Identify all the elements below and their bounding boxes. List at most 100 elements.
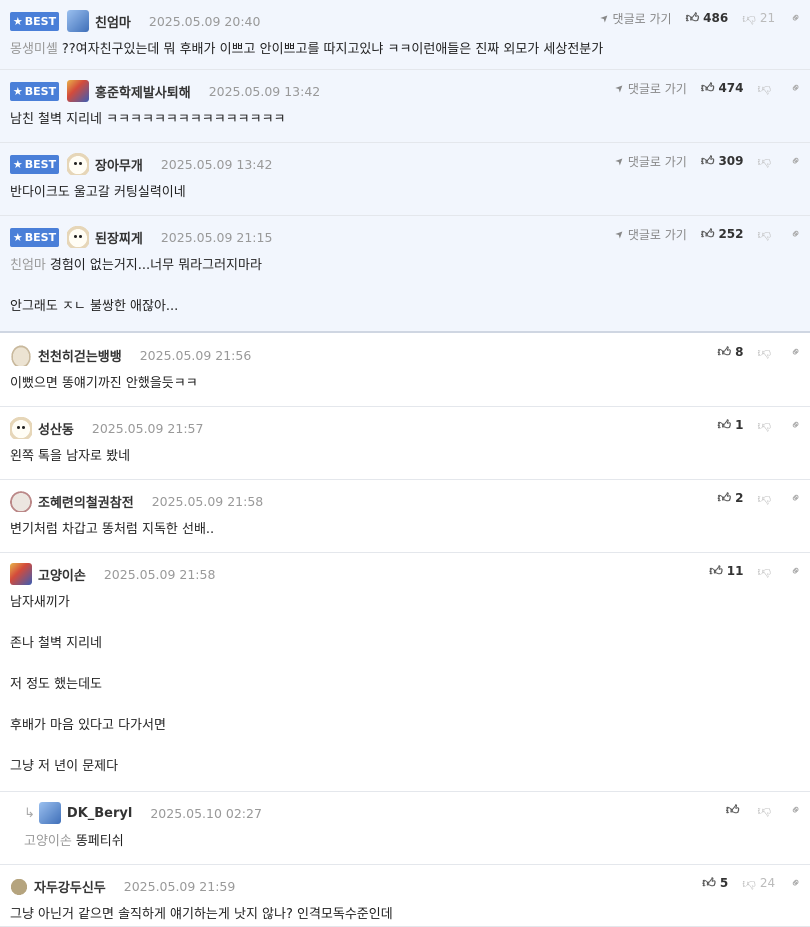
link-icon[interactable]: ⚭ [787, 416, 805, 434]
brown-avatar[interactable] [10, 877, 28, 895]
upvote-button[interactable]: 👍︎ 11 [709, 564, 743, 579]
downvote-button[interactable]: 👍︎ [758, 803, 776, 818]
downvote-button[interactable]: 👍︎ [758, 491, 776, 506]
reply-arrow-icon: ➤ [613, 81, 628, 95]
pig-avatar[interactable] [10, 344, 32, 366]
author-name[interactable]: 된장찌게 [95, 228, 143, 247]
comment-header: ★ BEST 장아무개 2025.05.09 13:42 [10, 153, 272, 175]
comment-body: 몽생미셸 ??여자친구있는데 뭐 후배가 이쁘고 안이쁘고를 따지고있냐 ㅋㅋ이런… [10, 40, 790, 60]
author-name[interactable]: 성산동 [38, 419, 74, 438]
downvote-button[interactable]: 👍︎ [758, 418, 776, 433]
comment-line: 변기처럼 차갑고 똥처럼 지독한 선배.. [10, 520, 790, 540]
link-icon[interactable]: ⚭ [787, 225, 805, 243]
blue-avatar[interactable] [38, 802, 61, 824]
downvote-button[interactable]: 👍︎ [758, 564, 776, 579]
mention-name[interactable]: 고양이손 [24, 834, 72, 849]
reply-arrow-icon: ↳ [24, 805, 35, 821]
mention-name[interactable]: 친엄마 [10, 258, 46, 273]
thumb-up-icon: 👍︎ [725, 802, 740, 818]
dog-avatar[interactable] [67, 226, 89, 248]
go-to-reply-link[interactable]: ➤ 댓글로 가기 [613, 226, 687, 243]
best-badge: ★ BEST [10, 154, 59, 174]
reply-arrow-icon: ➤ [613, 154, 628, 168]
downvote-button[interactable]: 👍︎ 21 [742, 11, 775, 26]
thumb-down-icon: 👍︎ [742, 875, 756, 891]
upvote-button[interactable]: 👍︎ 474 [701, 81, 744, 96]
downvote-button[interactable]: 👍︎ [758, 345, 776, 360]
link-icon[interactable]: ⚭ [787, 489, 805, 507]
thumb-down-icon: 👍︎ [757, 226, 772, 242]
reply-arrow-icon: ➤ [613, 227, 628, 241]
thumb-up-icon: 👍︎ [702, 875, 716, 891]
comment-date: 2025.05.09 21:59 [123, 878, 236, 894]
upvote-button[interactable]: 👍︎ 1 [718, 418, 744, 433]
comment-date: 2025.05.09 21:15 [160, 229, 273, 245]
link-icon[interactable]: ⚭ [787, 562, 805, 580]
author-name[interactable]: 홍준학제발사퇴해 [95, 82, 191, 101]
upvote-button[interactable]: 👍︎ 2 [718, 491, 744, 506]
author-name[interactable]: 조혜련의철권참전 [38, 492, 134, 511]
upvote-button[interactable]: 👍︎ 309 [701, 154, 744, 169]
link-icon[interactable]: ⚭ [787, 343, 805, 361]
author-name[interactable]: 자두강두신두 [34, 877, 106, 896]
comment-text: 변기처럼 차갑고 똥처럼 지독한 선배.. [10, 522, 215, 537]
upvote-button[interactable]: 👍︎ 5 [702, 876, 728, 891]
author-name[interactable]: 고양이손 [38, 565, 86, 584]
go-to-reply-label: 댓글로 가기 [627, 227, 687, 242]
upvote-count: 486 [703, 11, 729, 25]
upvote-button[interactable]: 👍︎ 486 [686, 11, 729, 26]
downvote-button[interactable]: 👍︎ [758, 227, 776, 242]
comment-date: 2025.05.09 21:58 [151, 493, 264, 509]
downvote-button[interactable]: 👍︎ 24 [742, 876, 775, 891]
comment-text: 남친 철벽 지리네 ㅋㅋㅋㅋㅋㅋㅋㅋㅋㅋㅋㅋㅋㅋㅋ [10, 112, 286, 127]
downvote-button[interactable]: 👍︎ [758, 81, 776, 96]
go-to-reply-link[interactable]: ➤ 댓글로 가기 [613, 80, 687, 97]
comment-text: 안그래도 ㅈㄴ 불쌍한 애잖아... [10, 299, 179, 314]
author-name[interactable]: 친엄마 [95, 12, 131, 31]
comment-actions: ➤ 댓글로 가기 👍︎ 252 👍︎ ⚭ [613, 224, 806, 244]
author-name[interactable]: 장아무개 [95, 155, 143, 174]
thumb-down-icon: 👍︎ [742, 10, 756, 26]
comment-date: 2025.05.09 13:42 [160, 156, 273, 172]
thumb-up-icon: 👍︎ [700, 226, 715, 242]
go-to-reply-link[interactable]: ➤ 댓글로 가기 [613, 153, 687, 170]
comment-body: 왼쪽 톡을 남자로 봤네 [10, 447, 790, 467]
multi-avatar[interactable] [10, 563, 32, 585]
upvote-button[interactable]: 👍︎ [726, 803, 744, 818]
multi-avatar[interactable] [67, 80, 89, 102]
comment-text: 똥페티쉬 [75, 834, 124, 849]
comment-actions: ➤ 댓글로 가기 👍︎ 486 👍︎ 21 ⚭ [598, 8, 805, 28]
link-icon[interactable]: ⚭ [787, 801, 805, 819]
downvote-button[interactable]: 👍︎ [758, 154, 776, 169]
blue-avatar[interactable] [67, 10, 89, 32]
dog-avatar[interactable] [10, 417, 32, 439]
link-icon[interactable]: ⚭ [787, 79, 805, 97]
mouse-avatar[interactable] [10, 490, 32, 512]
best-badge: ★ BEST [10, 11, 59, 31]
comment-actions: 👍︎ 2 👍︎ ⚭ [718, 488, 806, 508]
comment-text: 이뻤으면 똥얘기까진 안했을듯ㅋㅋ [10, 376, 198, 391]
upvote-button[interactable]: 👍︎ 252 [701, 227, 744, 242]
comment-actions: ➤ 댓글로 가기 👍︎ 474 👍︎ ⚭ [613, 78, 806, 98]
author-name[interactable]: DK_Beryl [67, 806, 132, 821]
upvote-count: 8 [735, 345, 744, 359]
thumb-up-icon: 👍︎ [700, 153, 715, 169]
comment-actions: ➤ 댓글로 가기 👍︎ 309 👍︎ ⚭ [613, 151, 806, 171]
link-icon[interactable]: ⚭ [787, 9, 805, 27]
upvote-count: 2 [735, 491, 744, 505]
link-icon[interactable]: ⚭ [787, 874, 805, 892]
mention-name[interactable]: 몽생미셸 [10, 42, 58, 57]
thumb-up-icon: 👍︎ [700, 80, 715, 96]
upvote-button[interactable]: 👍︎ 8 [718, 345, 744, 360]
go-to-reply-link[interactable]: ➤ 댓글로 가기 [598, 10, 671, 27]
upvote-count: 252 [718, 227, 744, 241]
comment-header: 성산동 2025.05.09 21:57 [10, 417, 203, 439]
comment-text: 그냥 저 년이 문제다 [10, 759, 119, 774]
link-icon[interactable]: ⚭ [787, 152, 805, 170]
comment-header: ↳ DK_Beryl 2025.05.10 02:27 [24, 802, 262, 824]
dog-avatar[interactable] [67, 153, 89, 175]
author-name[interactable]: 천천히걷는뱅뱅 [38, 346, 122, 365]
comment-body: 고양이손 똥페티쉬 [24, 832, 804, 852]
best-badge: ★ BEST [10, 81, 59, 101]
upvote-count: 309 [718, 154, 744, 168]
